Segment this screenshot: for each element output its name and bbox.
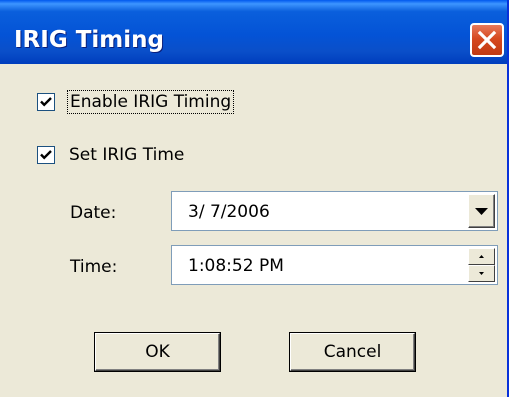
date-picker[interactable]: 3/ 7/2006 [171, 191, 498, 231]
window-title: IRIG Timing [14, 27, 164, 53]
cancel-button[interactable]: Cancel [290, 333, 415, 371]
time-spin-down-button[interactable] [468, 265, 495, 282]
enable-irig-timing-label[interactable]: Enable IRIG Timing [66, 90, 235, 114]
enable-irig-timing-checkbox[interactable] [37, 93, 55, 111]
enable-irig-timing-option[interactable]: Enable IRIG Timing [37, 90, 235, 114]
set-irig-time-checkbox[interactable] [37, 146, 55, 164]
checkmark-icon [40, 150, 52, 160]
set-irig-time-label[interactable]: Set IRIG Time [69, 145, 184, 165]
time-picker[interactable]: 1:08:52 PM [171, 245, 498, 285]
date-value[interactable]: 3/ 7/2006 [188, 202, 270, 222]
ok-button[interactable]: OK [95, 333, 220, 371]
date-dropdown-button[interactable] [468, 194, 495, 228]
arrow-up-icon [479, 255, 484, 258]
set-irig-time-option[interactable]: Set IRIG Time [37, 145, 184, 165]
close-icon [477, 30, 497, 50]
checkmark-icon [40, 97, 52, 107]
arrow-down-icon [479, 272, 484, 275]
date-label: Date: [70, 203, 117, 223]
time-value[interactable]: 1:08:52 PM [188, 256, 284, 276]
time-label: Time: [70, 257, 118, 277]
irig-timing-dialog: IRIG Timing Enable IRIG Timing Set IRIG … [0, 0, 509, 397]
chevron-down-icon [475, 208, 488, 215]
time-spin-up-button[interactable] [468, 248, 495, 265]
close-button[interactable] [470, 23, 504, 57]
title-bar[interactable]: IRIG Timing [0, 0, 507, 64]
